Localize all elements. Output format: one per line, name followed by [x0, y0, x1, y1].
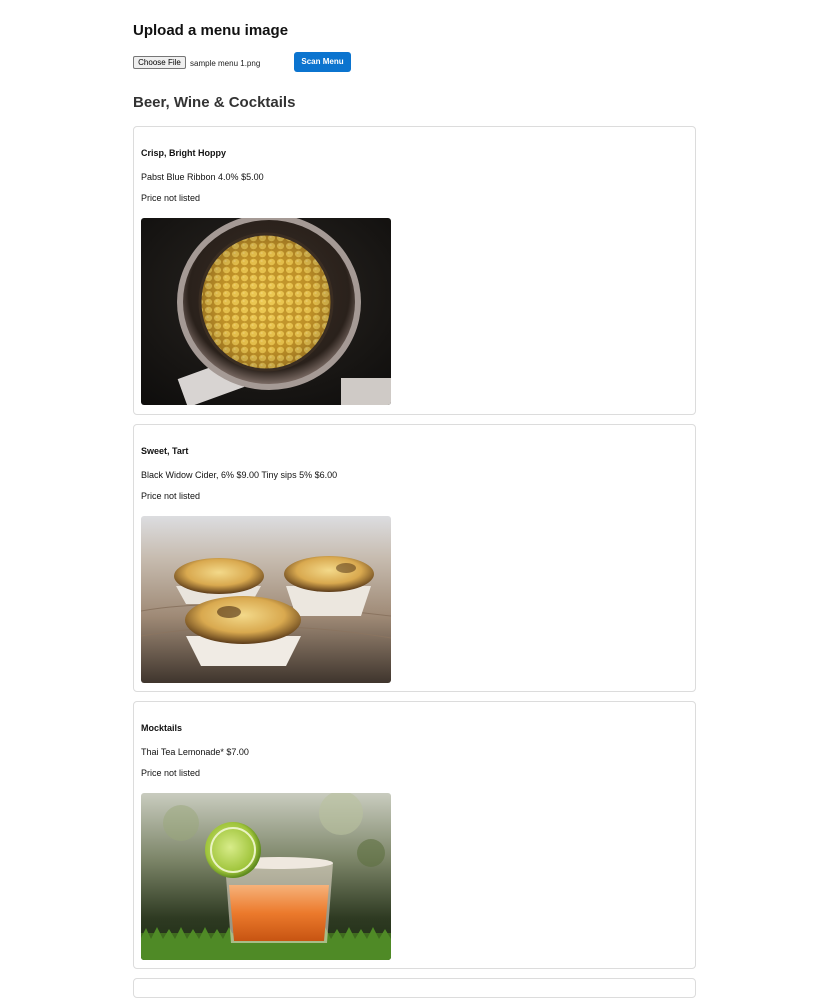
file-upload-row: Choose File sample menu 1.png Scan Menu	[133, 52, 696, 72]
corn-in-pan-photo	[141, 218, 391, 405]
menu-item-price: Price not listed	[141, 768, 201, 778]
menu-item-description: Pabst Blue Ribbon 4.0% $5.00	[141, 172, 264, 182]
menu-item-price: Price not listed	[141, 491, 201, 501]
menu-item-price: Price not listed	[141, 193, 201, 203]
choose-file-button[interactable]: Choose File	[133, 56, 186, 69]
menu-item-card: Sweet, Tart Black Widow Cider, 6% $9.00 …	[133, 424, 696, 692]
orange-drink-with-lime-photo	[141, 793, 391, 960]
menu-item-card	[133, 978, 696, 998]
menu-item-description: Thai Tea Lemonade* $7.00	[141, 747, 249, 757]
selected-file-name: sample menu 1.png	[190, 59, 261, 68]
menu-item-card: Crisp, Bright Hoppy Pabst Blue Ribbon 4.…	[133, 126, 696, 415]
menu-item-description: Black Widow Cider, 6% $9.00 Tiny sips 5%…	[141, 470, 338, 480]
egg-tarts-photo	[141, 516, 391, 683]
menu-item-heading: Crisp, Bright Hoppy	[141, 148, 226, 158]
scan-menu-button[interactable]: Scan Menu	[294, 52, 351, 72]
menu-item-heading: Sweet, Tart	[141, 446, 189, 456]
section-title: Beer, Wine & Cocktails	[133, 94, 296, 111]
menu-item-card: Mocktails Thai Tea Lemonade* $7.00 Price…	[133, 701, 696, 969]
menu-item-heading: Mocktails	[141, 723, 183, 733]
upload-title: Upload a menu image	[133, 22, 289, 39]
